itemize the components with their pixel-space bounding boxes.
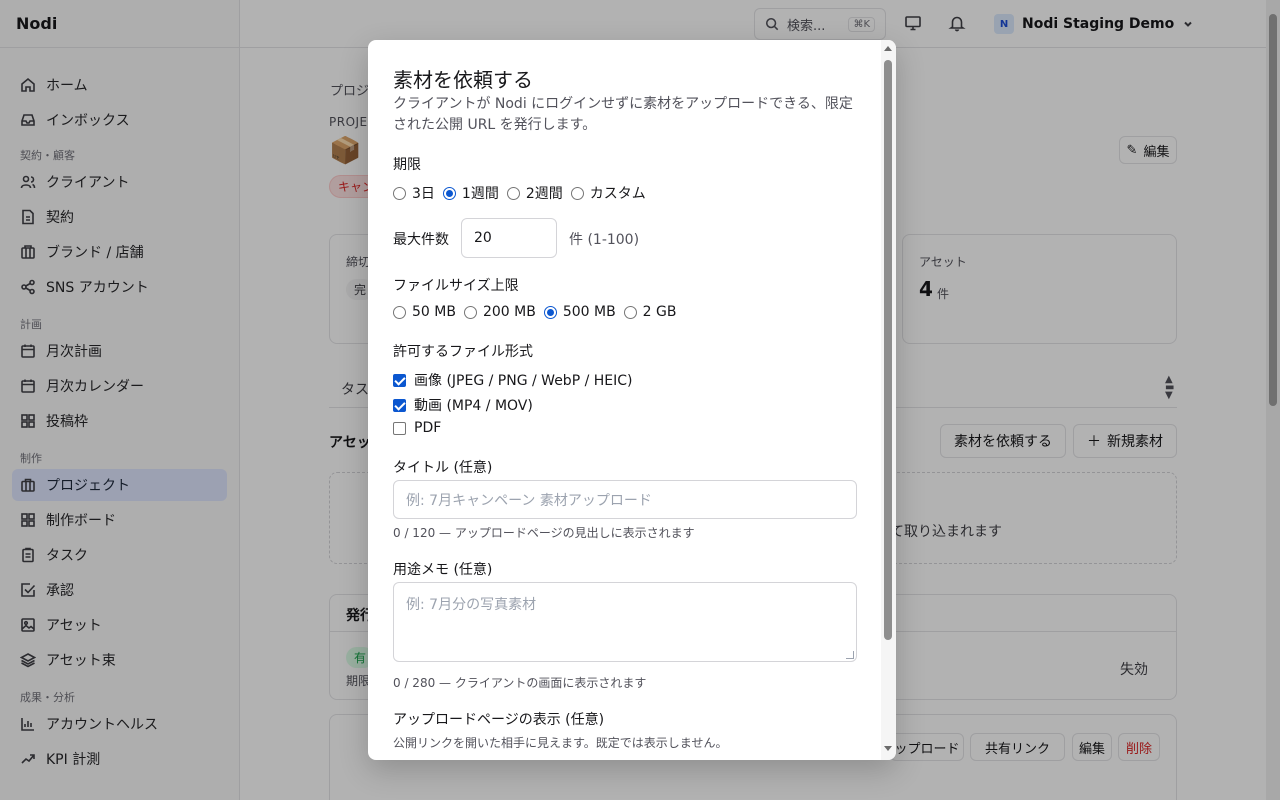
scroll-down-arrow[interactable] xyxy=(884,746,892,751)
option-label: 2 GB xyxy=(642,304,677,320)
display-label: アップロードページの表示 (任意) xyxy=(393,712,605,728)
resize-handle[interactable] xyxy=(846,651,854,659)
option-label: PDF xyxy=(414,420,442,436)
memo-placeholder: 例: 7月分の写真素材 xyxy=(406,597,537,613)
option-label: カスタム xyxy=(589,186,646,202)
size-option-200mb[interactable]: 200 MB xyxy=(463,304,536,320)
option-label: 50 MB xyxy=(412,304,456,320)
dialog-scrollbar[interactable] xyxy=(881,40,896,760)
display-description: 公開リンクを開いた相手に見えます。既定では表示しません。 xyxy=(393,736,728,750)
checkbox-video[interactable] xyxy=(393,398,406,412)
size-option-50mb[interactable]: 50 MB xyxy=(393,304,456,320)
option-label: 1週間 xyxy=(461,186,499,202)
max-count-input[interactable]: 20 xyxy=(461,218,557,258)
option-label: 200 MB xyxy=(482,304,536,320)
scroll-up-arrow[interactable] xyxy=(884,46,892,51)
size-option-500mb[interactable]: 500 MB xyxy=(543,304,616,320)
title-field-label: タイトル (任意) xyxy=(393,460,493,476)
format-option-video[interactable]: 動画 (MP4 / MOV) xyxy=(393,395,533,415)
file-size-label: ファイルサイズ上限 xyxy=(393,278,519,294)
memo-hint: 0 / 280 — クライアントの画面に表示されます xyxy=(393,676,647,690)
checkbox-pdf[interactable] xyxy=(393,421,406,435)
option-label: 500 MB xyxy=(562,304,616,320)
radio-200mb[interactable] xyxy=(463,305,477,319)
dialog-scroll-thumb[interactable] xyxy=(884,60,892,640)
option-label: 3日 xyxy=(412,186,435,202)
period-option-1week[interactable]: 1週間 xyxy=(442,183,499,203)
period-option-3days[interactable]: 3日 xyxy=(393,183,435,203)
option-label: 動画 (MP4 / MOV) xyxy=(414,398,533,414)
max-count-label: 最大件数 xyxy=(393,232,449,248)
title-placeholder: 例: 7月キャンペーン 素材アップロード xyxy=(406,492,652,509)
request-materials-dialog: 素材を依頼する クライアントが Nodi にログインせずに素材をアップロードでき… xyxy=(368,40,896,760)
period-option-custom[interactable]: カスタム xyxy=(570,183,646,203)
checkbox-image[interactable] xyxy=(393,373,406,387)
dialog-title: 素材を依頼する xyxy=(393,68,533,92)
period-option-2weeks[interactable]: 2週間 xyxy=(506,183,563,203)
formats-label: 許可するファイル形式 xyxy=(393,344,533,360)
period-radio-group: 3日 1週間 2週間 カスタム xyxy=(393,183,654,203)
period-label: 期限 xyxy=(393,157,421,173)
dialog-description: クライアントが Nodi にログインせずに素材をアップロードできる、限定された公… xyxy=(393,96,853,133)
radio-50mb[interactable] xyxy=(393,305,406,319)
radio-500mb[interactable] xyxy=(543,305,557,319)
option-label: 画像 (JPEG / PNG / WebP / HEIC) xyxy=(414,373,633,389)
memo-field-label: 用途メモ (任意) xyxy=(393,562,493,578)
radio-2gb[interactable] xyxy=(623,305,637,319)
radio-1week[interactable] xyxy=(442,186,456,200)
file-size-radio-group: 50 MB 200 MB 500 MB 2 GB xyxy=(393,304,684,320)
format-option-image[interactable]: 画像 (JPEG / PNG / WebP / HEIC) xyxy=(393,370,633,390)
radio-custom[interactable] xyxy=(570,186,584,200)
max-count-unit: 件 (1-100) xyxy=(569,232,640,248)
radio-2weeks[interactable] xyxy=(506,186,520,200)
size-option-2gb[interactable]: 2 GB xyxy=(623,304,677,320)
option-label: 2週間 xyxy=(525,186,563,202)
title-input[interactable]: 例: 7月キャンペーン 素材アップロード xyxy=(393,480,857,519)
radio-3days[interactable] xyxy=(393,186,406,200)
title-hint: 0 / 120 — アップロードページの見出しに表示されます xyxy=(393,526,695,540)
memo-textarea[interactable]: 例: 7月分の写真素材 xyxy=(393,582,857,662)
format-option-pdf[interactable]: PDF xyxy=(393,420,441,436)
